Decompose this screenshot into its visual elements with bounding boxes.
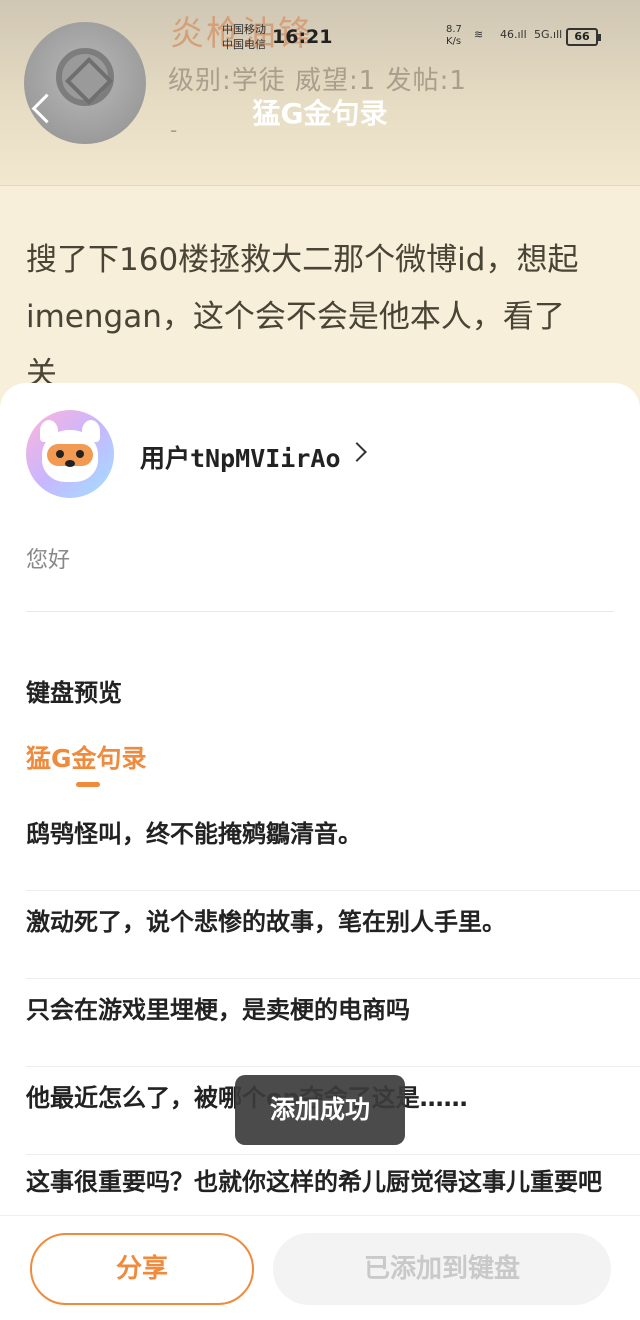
carrier-1: 中国移动 [222, 23, 266, 36]
section-title: 键盘预览 [26, 679, 122, 707]
chevron-right-icon[interactable] [347, 442, 367, 462]
post-line: imengan，这个会不会是他本人，看了 [26, 299, 565, 335]
signal-5g-icon: 5G.ıll [534, 28, 563, 41]
net-speed-value: 8.7 [446, 24, 462, 35]
tab-indicator [76, 782, 100, 787]
clock: 16:21 [272, 26, 333, 48]
footer-bar: 分享 已添加到键盘 [0, 1215, 640, 1320]
divider [26, 611, 614, 612]
user-name-link[interactable]: 用户tNpMVIirAo [140, 439, 341, 475]
status-bar: 中国移动 中国电信 16:21 8.7 K/s ≋ 46.ıll 5G.ıll … [0, 20, 640, 60]
net-speed-unit: K/s [446, 36, 462, 47]
header-divider [0, 185, 640, 186]
carrier-labels: 中国移动 中国电信 [222, 22, 266, 52]
share-button[interactable]: 分享 [30, 1233, 254, 1305]
phrase-item[interactable]: 只会在游戏里埋梗，是卖梗的电商吗 [26, 979, 640, 1067]
keyboard-preview-sheet: 用户tNpMVIirAo 您好 键盘预览 猛G金句录 鸱鸮怪叫，终不能掩鹓鶵清音… [0, 383, 640, 1320]
carrier-2: 中国电信 [222, 38, 266, 51]
greeting-text: 您好 [26, 548, 71, 573]
signal-46-icon: 46.ıll [500, 28, 527, 41]
battery-icon: 66 [566, 28, 601, 46]
post-content: 搜了下160楼拯救大二那个微博id，想起 imengan，这个会不会是他本人，看… [26, 232, 640, 403]
wifi-icon: ≋ [474, 28, 484, 41]
phrase-list: 鸱鸮怪叫，终不能掩鹓鶵清音。 激动死了，说个悲惨的故事，笔在别人手里。 只会在游… [26, 803, 640, 1245]
phrase-item[interactable]: 激动死了，说个悲惨的故事，笔在别人手里。 [26, 891, 640, 979]
network-speed: 8.7 K/s [446, 24, 462, 48]
post-line: 搜了下160楼拯救大二那个微博id，想起 [26, 242, 579, 278]
added-to-keyboard-button[interactable]: 已添加到键盘 [273, 1233, 611, 1305]
tab-phrasebook[interactable]: 猛G金句录 [26, 739, 147, 775]
user-avatar[interactable] [26, 410, 114, 498]
phrase-item[interactable]: 鸱鸮怪叫，终不能掩鹓鶵清音。 [26, 803, 640, 891]
page-title: 猛G金句录 [252, 97, 388, 130]
success-toast: 添加成功 [235, 1075, 405, 1145]
